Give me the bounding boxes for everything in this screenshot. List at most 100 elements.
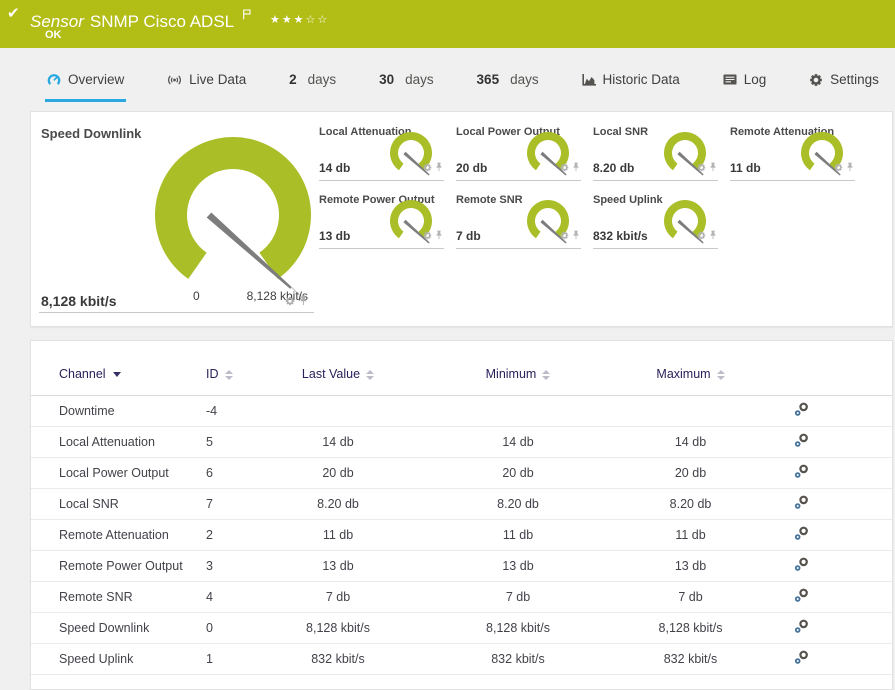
channel-name-cell[interactable]: Speed Uplink (31, 643, 198, 675)
column-header-channel[interactable]: Channel (31, 357, 198, 396)
mini-gauge[interactable]: Local SNR 8.20 db (593, 124, 718, 181)
gauges-panel: Speed Downlink x 0 8,128 kbit/s 8,128 kb… (30, 111, 893, 327)
last-value-cell: 14 db (273, 426, 403, 458)
sort-desc-icon (112, 372, 121, 378)
tab-live-data[interactable]: Live Data (165, 72, 248, 102)
tab-settings[interactable]: Settings (807, 72, 881, 102)
mini-gauge[interactable]: Local Attenuation 14 db (319, 124, 444, 181)
gauge-icon (47, 73, 61, 87)
last-value-cell: 11 db (273, 519, 403, 551)
actions-cell (748, 488, 892, 520)
channel-name-cell[interactable]: Local Power Output (31, 457, 198, 489)
channel-settings-icon[interactable] (794, 557, 809, 575)
mini-gauge[interactable]: Remote SNR 7 db (456, 192, 581, 249)
channel-name-cell[interactable]: Remote Power Output (31, 550, 198, 582)
gauge-gear-icon[interactable] (285, 293, 295, 311)
last-value-cell: 832 kbit/s (273, 643, 403, 675)
column-header-id[interactable]: ID (198, 357, 273, 396)
mini-gauge[interactable]: Local Power Output 20 db (456, 124, 581, 181)
minimum-cell: 8.20 db (403, 488, 633, 520)
gauge-gear-icon[interactable] (560, 227, 569, 245)
maximum-cell: 8,128 kbit/s (633, 612, 748, 644)
minimum-cell: 14 db (403, 426, 633, 458)
channel-name-cell[interactable]: Remote Attenuation (31, 519, 198, 551)
area-chart-icon (582, 74, 596, 86)
actions-cell (748, 395, 892, 427)
divider (39, 312, 314, 313)
mini-gauge[interactable]: Remote Power Output 13 db (319, 192, 444, 249)
tab-log[interactable]: Log (721, 72, 769, 102)
gauge-gear-icon[interactable] (423, 227, 432, 245)
speed-downlink-gauge: x (155, 137, 311, 303)
gear-icon (809, 73, 823, 87)
channel-settings-icon[interactable] (794, 526, 809, 544)
gauge-pin-icon[interactable] (709, 227, 717, 245)
tab-historic-data[interactable]: Historic Data (580, 72, 682, 102)
sensor-title: Sensor SNMP Cisco ADSL ★★★☆☆ (30, 5, 329, 32)
channel-name-cell[interactable]: Speed Downlink (31, 612, 198, 644)
gauge-pin-icon[interactable] (572, 227, 580, 245)
actions-cell (748, 426, 892, 458)
column-header-minimum[interactable]: Minimum (403, 357, 633, 396)
mini-gauge-grid: Local Attenuation 14 db Local Power Outp… (319, 124, 881, 249)
priority-stars[interactable]: ★★★☆☆ (270, 14, 329, 26)
channel-settings-icon[interactable] (794, 588, 809, 606)
gauge-pin-icon[interactable] (435, 159, 443, 177)
channel-id-cell: 7 (198, 488, 273, 520)
table-row: Local SNR 7 8.20 db 8.20 db 8.20 db (31, 488, 892, 520)
last-value-cell (273, 395, 403, 427)
mini-gauge[interactable]: Remote Attenuation 11 db (730, 124, 855, 181)
flag-icon[interactable] (243, 5, 251, 25)
tab-bar: Overview Live Data 2 days 30 days 365 days … (0, 48, 895, 102)
gauge-gear-icon[interactable] (697, 159, 706, 177)
maximum-cell: 13 db (633, 550, 748, 582)
gauge-pin-icon[interactable] (846, 159, 854, 177)
channel-name-cell[interactable]: Remote SNR (31, 581, 198, 613)
main-gauge-speed-downlink[interactable]: Speed Downlink x 0 8,128 kbit/s 8,128 kb… (31, 112, 316, 326)
sort-icon (224, 369, 233, 380)
tab-overview[interactable]: Overview (45, 72, 127, 102)
column-header-actions (748, 357, 892, 396)
channel-name-cell[interactable]: Local SNR (31, 488, 198, 520)
gauge-gear-icon[interactable] (423, 159, 432, 177)
mini-gauge-value: 8.20 db (593, 161, 635, 175)
channel-settings-icon[interactable] (794, 619, 809, 637)
gauge-pin-icon[interactable] (709, 159, 717, 177)
column-header-maximum[interactable]: Maximum (633, 357, 748, 396)
table-row: Downtime -4 (31, 395, 892, 427)
tab-365-days[interactable]: 365 days (475, 72, 541, 102)
gauge-scale-min: 0 (193, 289, 200, 303)
gauge-gear-icon[interactable] (560, 159, 569, 177)
table-row: Speed Uplink 1 832 kbit/s 832 kbit/s 832… (31, 643, 892, 675)
broadcast-icon (167, 74, 182, 86)
channel-settings-icon[interactable] (794, 433, 809, 451)
tab-2-days[interactable]: 2 days (287, 72, 338, 102)
channel-name-cell[interactable]: Downtime (31, 395, 198, 427)
channel-settings-icon[interactable] (794, 464, 809, 482)
minimum-cell: 11 db (403, 519, 633, 551)
channel-settings-icon[interactable] (794, 402, 809, 420)
table-row: Speed Downlink 0 8,128 kbit/s 8,128 kbit… (31, 612, 892, 644)
minimum-cell (403, 395, 633, 427)
minimum-cell: 7 db (403, 581, 633, 613)
tab-30-days[interactable]: 30 days (377, 72, 436, 102)
mini-gauge-value: 7 db (456, 229, 481, 243)
gauge-pin-icon[interactable] (299, 293, 308, 311)
mini-gauge-value: 14 db (319, 161, 351, 175)
sort-icon (542, 369, 551, 380)
channel-settings-icon[interactable] (794, 495, 809, 513)
last-value-cell: 7 db (273, 581, 403, 613)
maximum-cell (633, 395, 748, 427)
sensor-name: SNMP Cisco ADSL (89, 12, 234, 31)
status-badge: OK (45, 29, 62, 41)
sort-icon (716, 369, 725, 380)
mini-gauge[interactable]: Speed Uplink 832 kbit/s (593, 192, 718, 249)
channel-name-cell[interactable]: Local Attenuation (31, 426, 198, 458)
gauge-gear-icon[interactable] (834, 159, 843, 177)
channel-settings-icon[interactable] (794, 650, 809, 668)
column-header-last-value[interactable]: Last Value (273, 357, 403, 396)
gauge-gear-icon[interactable] (697, 227, 706, 245)
maximum-cell: 11 db (633, 519, 748, 551)
gauge-pin-icon[interactable] (435, 227, 443, 245)
gauge-pin-icon[interactable] (572, 159, 580, 177)
